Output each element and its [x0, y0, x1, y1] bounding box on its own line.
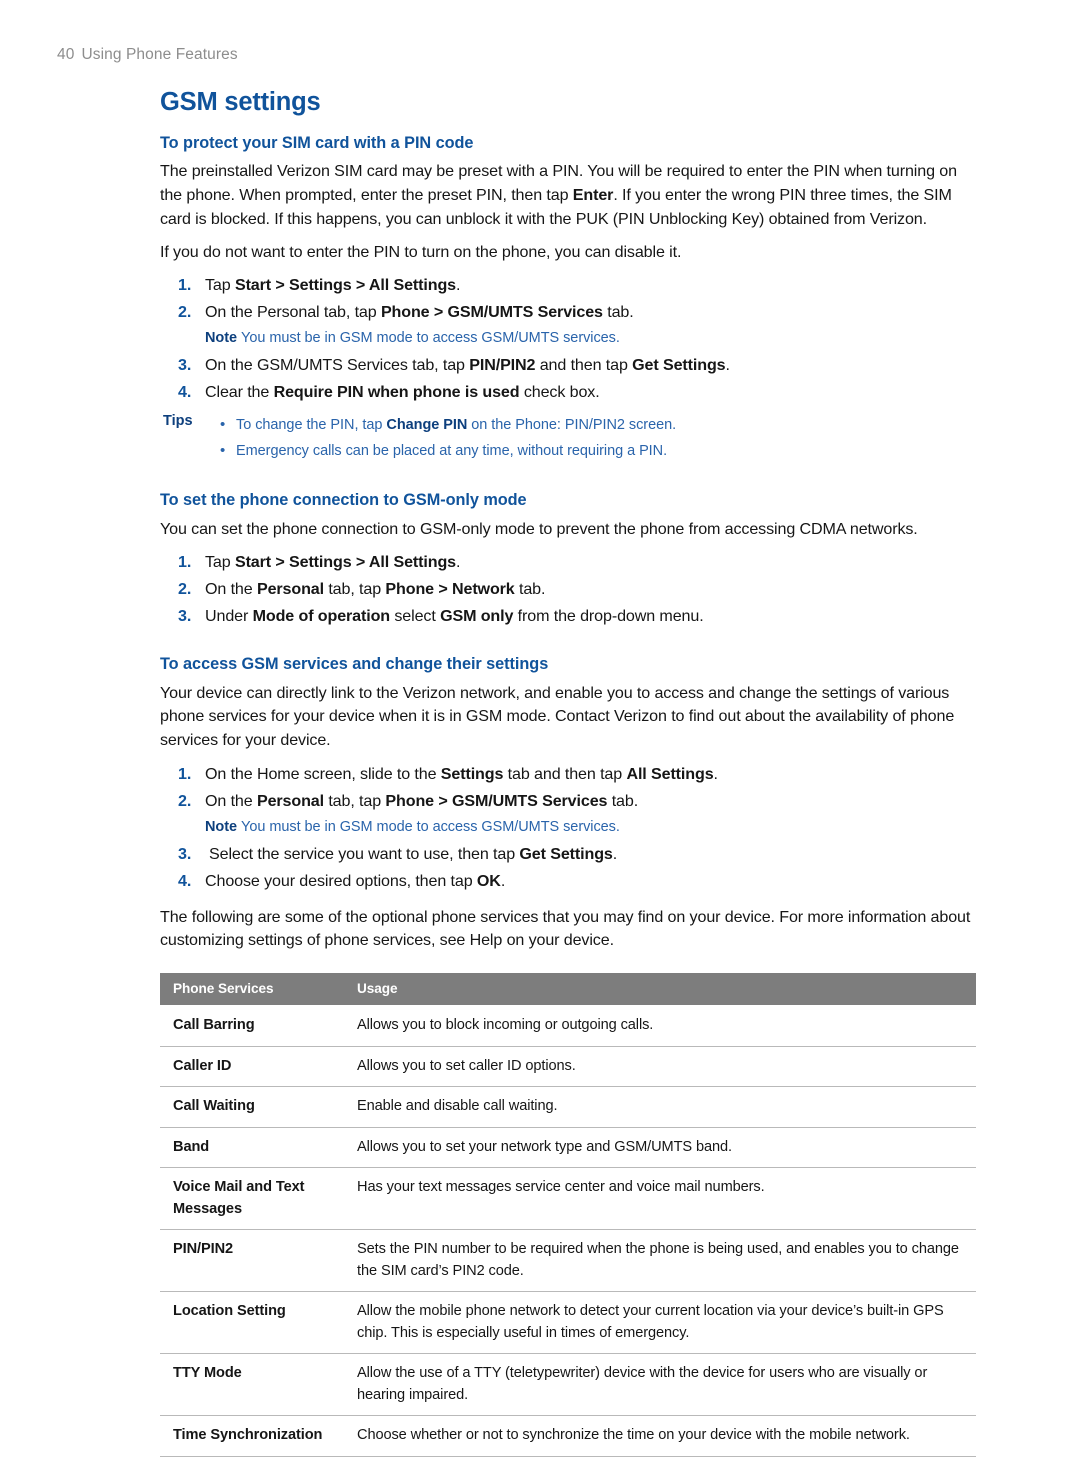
step-text: Select the service you want to use, then…: [209, 844, 618, 863]
tips-list: To change the PIN, tap Change PIN on the…: [160, 412, 973, 465]
table-row: TTY Mode Allow the use of a TTY (teletyp…: [160, 1353, 976, 1417]
section-paragraph: You can set the phone connection to GSM-…: [160, 519, 918, 538]
step-number: 3.: [178, 356, 192, 375]
note-label: Note: [205, 330, 238, 347]
cell-service-usage: Enable and disable call waiting.: [348, 1086, 976, 1128]
cell-service-usage: Sets the PIN number to be required when …: [348, 1229, 976, 1293]
note-line: Note You must be in GSM mode to access GS…: [160, 816, 973, 838]
step-item: 2. On the Personal tab, tap Phone > Netw…: [160, 577, 973, 601]
cell-service-usage: Allows you to set caller ID options.: [348, 1046, 976, 1088]
cell-service-name: PIN/PIN2: [160, 1229, 348, 1293]
cell-service-name: Location Setting: [160, 1291, 348, 1355]
step-text: Clear the Require PIN when phone is used…: [205, 383, 600, 402]
step-text: On the GSM/UMTS Services tab, tap PIN/PI…: [205, 356, 730, 375]
table-row: Call Barring Allows you to block incomin…: [160, 1005, 976, 1047]
step-number: 3.: [178, 607, 192, 626]
table-row: Time Synchronization Choose whether or n…: [160, 1415, 976, 1457]
step-list: 1. On the Home screen, slide to the Sett…: [160, 762, 973, 893]
cell-service-name: Caller ID: [160, 1046, 348, 1088]
section-heading: To set the phone connection to GSM-only …: [160, 491, 527, 510]
step-number: 2.: [178, 791, 192, 810]
section-gsm-only-mode: To set the phone connection to GSM-only …: [160, 490, 973, 628]
step-item: 2. On the Personal tab, tap Phone > GSM/…: [160, 789, 973, 813]
column-header-usage: Usage: [348, 973, 976, 1006]
cell-service-name: Time Synchronization: [160, 1415, 348, 1457]
running-header: 40 Using Phone Features: [57, 46, 238, 64]
step-item: 4. Choose your desired options, then tap…: [160, 869, 973, 893]
step-item: 3. Under Mode of operation select GSM on…: [160, 604, 973, 628]
table-row: Call Waiting Enable and disable call wai…: [160, 1086, 976, 1128]
step-number: 4.: [178, 871, 192, 890]
section-access-gsm-services: To access GSM services and change their …: [160, 654, 973, 953]
step-number: 4.: [178, 383, 192, 402]
cell-service-usage: Allow the use of a TTY (teletypewriter) …: [348, 1353, 976, 1417]
table-header: Phone Services Usage: [160, 973, 976, 1006]
step-list: 1. Tap Start > Settings > All Settings. …: [160, 273, 973, 404]
step-text: Choose your desired options, then tap OK…: [205, 871, 506, 890]
step-text: Tap Start > Settings > All Settings.: [205, 276, 461, 295]
cell-service-name: TTY Mode: [160, 1353, 348, 1417]
step-item: 2. On the Personal tab, tap Phone > GSM/…: [160, 300, 973, 324]
table-row: Caller ID Allows you to set caller ID op…: [160, 1046, 976, 1088]
cell-service-name: Voice Mail and Text Messages: [160, 1167, 348, 1231]
column-header-phone-services: Phone Services: [160, 973, 348, 1006]
table-row: Voice Mail and Text Messages Has your te…: [160, 1167, 976, 1231]
cell-service-usage: Allows you to block incoming or outgoing…: [348, 1005, 976, 1047]
page-content: GSM settings To protect your SIM card wi…: [160, 88, 976, 1457]
section-paragraph: Your device can directly link to the Ver…: [160, 683, 955, 750]
note-text: You must be in GSM mode to access GSM/UM…: [241, 818, 620, 835]
step-item: 1. Tap Start > Settings > All Settings.: [160, 550, 973, 574]
step-text: On the Personal tab, tap Phone > GSM/UMT…: [205, 303, 634, 322]
step-text: On the Home screen, slide to the Setting…: [205, 764, 718, 783]
step-text: On the Personal tab, tap Phone > GSM/UMT…: [205, 791, 639, 810]
table-body: Call Barring Allows you to block incomin…: [160, 1005, 976, 1457]
tip-item: To change the PIN, tap Change PIN on the…: [220, 412, 973, 439]
step-number: 2.: [178, 580, 192, 599]
page-number: 40: [57, 46, 75, 63]
tip-item: Emergency calls can be placed at any tim…: [220, 438, 973, 465]
step-number: 1.: [178, 553, 192, 572]
step-item: 1. Tap Start > Settings > All Settings.: [160, 273, 973, 297]
step-text: On the Personal tab, tap Phone > Network…: [205, 580, 546, 599]
running-header-title: Using Phone Features: [81, 46, 238, 63]
tips-block: Tips To change the PIN, tap Change PIN o…: [160, 412, 973, 465]
cell-service-name: Band: [160, 1127, 348, 1169]
table-row: Location Setting Allow the mobile phone …: [160, 1291, 976, 1355]
note-text: You must be in GSM mode to access GSM/UM…: [241, 330, 620, 347]
cell-service-usage: Choose whether or not to synchronize the…: [348, 1415, 976, 1457]
cell-service-usage: Has your text messages service center an…: [348, 1167, 976, 1231]
step-item: 3. Select the service you want to use, t…: [160, 842, 973, 866]
step-text: Tap Start > Settings > All Settings.: [205, 553, 461, 572]
section-heading: To access GSM services and change their …: [160, 655, 549, 674]
cell-service-name: Call Barring: [160, 1005, 348, 1047]
document-page: 40 Using Phone Features GSM settings To p…: [0, 0, 1080, 1457]
cell-service-name: Call Waiting: [160, 1086, 348, 1128]
phone-services-table: Phone Services Usage Call Barring Allows…: [160, 973, 976, 1457]
section-heading: To protect your SIM card with a PIN code: [160, 134, 474, 153]
table-row: PIN/PIN2 Sets the PIN number to be requi…: [160, 1229, 976, 1293]
step-list: 1. Tap Start > Settings > All Settings. …: [160, 550, 973, 628]
step-number: 1.: [178, 276, 192, 295]
closing-paragraph: The following are some of the optional p…: [160, 907, 971, 950]
step-item: 4. Clear the Require PIN when phone is u…: [160, 380, 973, 404]
section-paragraph: If you do not want to enter the PIN to t…: [160, 242, 682, 261]
cell-service-usage: Allows you to set your network type and …: [348, 1127, 976, 1169]
cell-service-usage: Allow the mobile phone network to detect…: [348, 1291, 976, 1355]
step-number: 1.: [178, 764, 192, 783]
section-protect-sim-pin: To protect your SIM card with a PIN code…: [160, 133, 973, 464]
table-header-row: Phone Services Usage: [160, 973, 976, 1006]
section-paragraph: The preinstalled Verizon SIM card may be…: [160, 162, 957, 228]
step-number: 3.: [178, 844, 192, 863]
step-text: Under Mode of operation select GSM only …: [205, 607, 704, 626]
step-item: 1. On the Home screen, slide to the Sett…: [160, 762, 973, 786]
note-line: Note You must be in GSM mode to access GS…: [160, 327, 973, 349]
chapter-title: GSM settings: [160, 88, 321, 116]
note-label: Note: [205, 818, 238, 835]
tips-label: Tips: [163, 413, 193, 430]
step-item: 3. On the GSM/UMTS Services tab, tap PIN…: [160, 353, 973, 377]
step-number: 2.: [178, 303, 192, 322]
table-row: Band Allows you to set your network type…: [160, 1127, 976, 1169]
